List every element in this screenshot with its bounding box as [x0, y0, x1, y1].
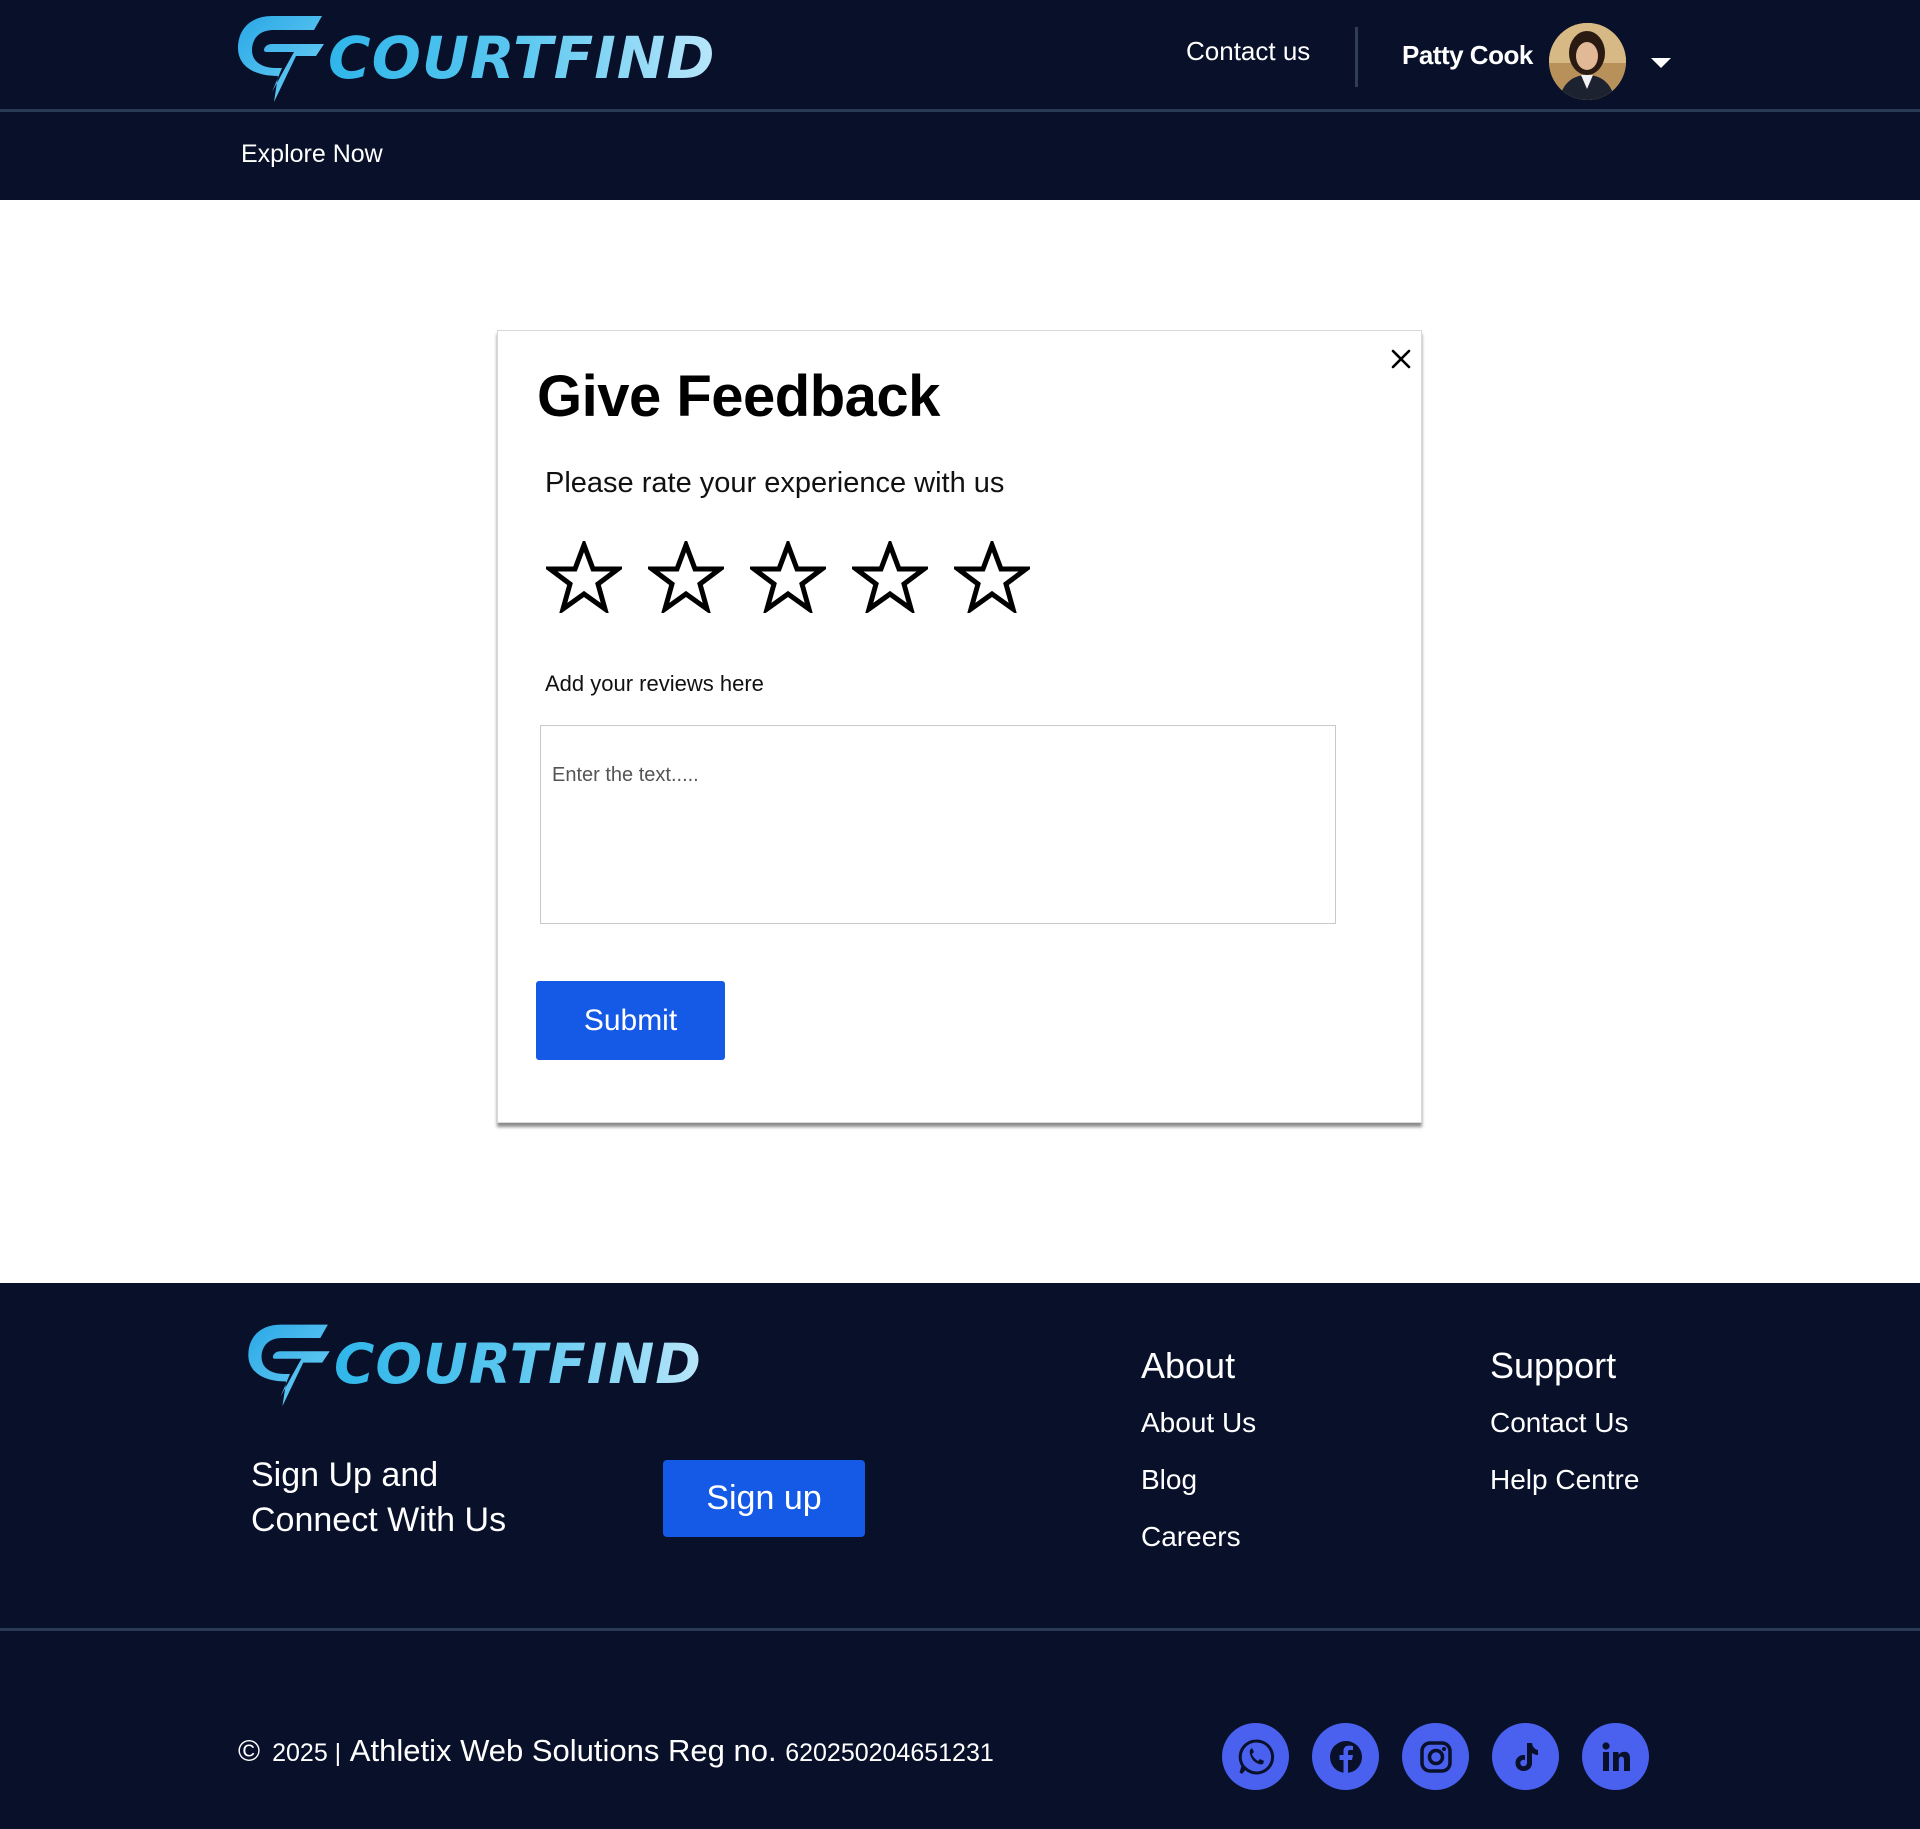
top-header: COURTFIND Contact us Patty Cook Explore … [0, 0, 1920, 200]
courtfind-logo-icon [238, 16, 324, 102]
logo-wordmark: COURTFIND [328, 23, 716, 92]
user-avatar[interactable] [1549, 23, 1626, 100]
signup-prompt: Sign Up and Connect With Us [251, 1453, 506, 1543]
footer-link-help-centre[interactable]: Help Centre [1490, 1464, 1639, 1496]
close-icon[interactable] [1387, 345, 1415, 373]
footer-link-careers[interactable]: Careers [1141, 1521, 1256, 1553]
review-textarea[interactable] [540, 725, 1336, 924]
courtfind-logo[interactable]: COURTFIND [232, 10, 715, 105]
logo-wordmark: COURTFIND [334, 1332, 702, 1396]
feedback-modal: Give Feedback Please rate your experienc… [497, 330, 1422, 1123]
social-links [1222, 1723, 1649, 1790]
courtfind-logo-icon [248, 1324, 330, 1407]
site-footer: COURTFIND Sign Up and Connect With Us Si… [0, 1283, 1920, 1829]
star-icon-2[interactable] [648, 541, 724, 613]
header-divider [0, 109, 1920, 112]
copyright-company: Athletix Web Solutions Reg no. [349, 1733, 777, 1768]
review-label: Add your reviews here [545, 671, 764, 696]
footer-divider [0, 1628, 1920, 1631]
footer-link-blog[interactable]: Blog [1141, 1464, 1256, 1496]
star-icon-4[interactable] [852, 541, 928, 613]
linkedin-icon[interactable] [1582, 1723, 1649, 1790]
nav-contact-us[interactable]: Contact us [1186, 36, 1310, 67]
whatsapp-icon[interactable] [1222, 1723, 1289, 1790]
footer-about-title: About [1141, 1345, 1236, 1386]
nav-divider [1355, 27, 1358, 87]
submit-button[interactable]: Submit [536, 981, 725, 1060]
signup-button[interactable]: Sign up [663, 1460, 865, 1537]
instagram-icon[interactable] [1402, 1723, 1469, 1790]
signup-line-2: Connect With Us [251, 1501, 507, 1539]
copyright-year: 2025 | [272, 1739, 342, 1767]
facebook-icon[interactable] [1312, 1723, 1379, 1790]
star-icon-1[interactable] [546, 541, 622, 613]
modal-title: Give Feedback [537, 364, 940, 429]
star-icon-3[interactable] [750, 541, 826, 613]
chevron-down-icon[interactable] [1651, 58, 1671, 68]
footer-support-column: Support Contact Us Help Centre [1490, 1345, 1639, 1521]
star-icon-5[interactable] [954, 541, 1030, 613]
star-rating [546, 541, 1030, 613]
footer-link-contact-us[interactable]: Contact Us [1490, 1407, 1639, 1439]
avatar-image [1549, 23, 1626, 100]
rating-prompt: Please rate your experience with us [545, 467, 1005, 499]
user-name[interactable]: Patty Cook [1402, 40, 1533, 71]
footer-logo[interactable]: COURTFIND [242, 1319, 702, 1409]
tiktok-icon[interactable] [1492, 1723, 1559, 1790]
copyright: © 2025 | Athletix Web Solutions Reg no. … [238, 1733, 994, 1769]
signup-line-1: Sign Up and [251, 1456, 439, 1494]
footer-support-title: Support [1490, 1345, 1617, 1386]
copyright-reg: 620250204651231 [785, 1739, 994, 1767]
footer-link-about-us[interactable]: About Us [1141, 1407, 1256, 1439]
footer-about-column: About About Us Blog Careers [1141, 1345, 1256, 1578]
copyright-icon: © [238, 1735, 261, 1768]
nav-explore-now[interactable]: Explore Now [241, 140, 383, 169]
